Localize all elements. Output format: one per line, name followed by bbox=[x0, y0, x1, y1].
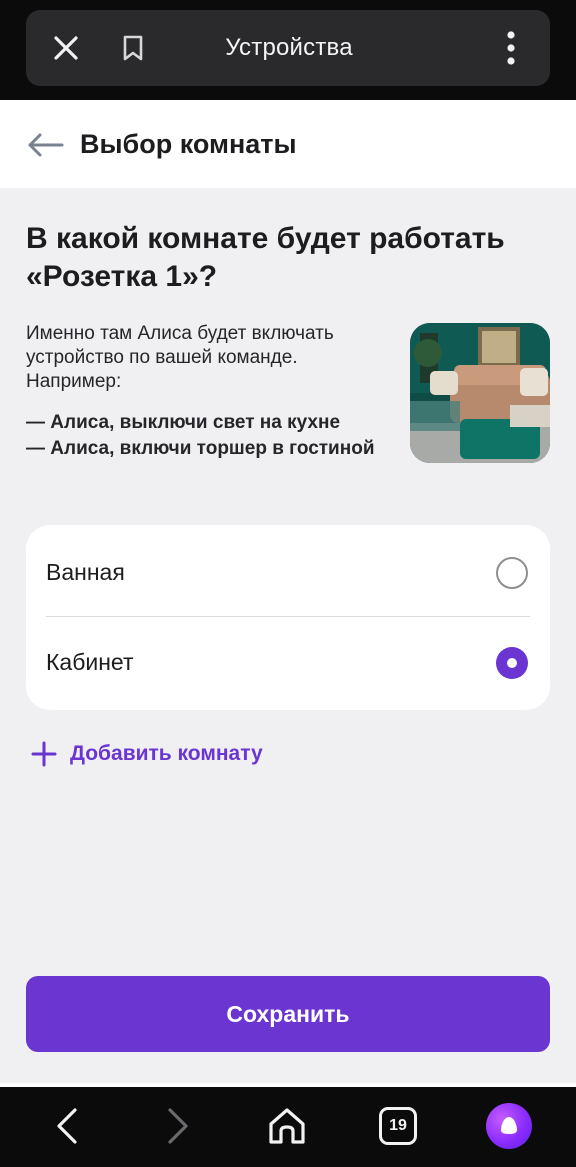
browser-page-title: Устройства bbox=[225, 34, 353, 61]
example-item: — Алиса, выключи свет на кухне bbox=[26, 412, 341, 433]
app-header: Выбор комнаты bbox=[0, 100, 576, 188]
alice-icon[interactable] bbox=[484, 1101, 534, 1151]
examples-list: — Алиса, выключи свет на кухне — Алиса, … bbox=[26, 410, 386, 462]
add-room-button[interactable]: Добавить комнату bbox=[30, 736, 263, 772]
bookmark-icon[interactable] bbox=[116, 28, 150, 68]
browser-bottom-nav: 19 bbox=[0, 1087, 576, 1167]
room-option-study[interactable]: Кабинет bbox=[26, 617, 550, 707]
room-label: Ванная bbox=[46, 558, 125, 585]
example-item: — Алиса, включи торшер в гостиной bbox=[26, 438, 375, 459]
page-title: Выбор комнаты bbox=[80, 128, 297, 159]
arrow-left-icon[interactable] bbox=[24, 124, 66, 166]
room-option-bathroom[interactable]: Ванная bbox=[26, 527, 550, 617]
radio-unselected[interactable] bbox=[496, 557, 528, 589]
question-heading: В какой комнате будет работать «Розетка … bbox=[26, 222, 505, 293]
close-icon[interactable] bbox=[46, 28, 86, 68]
radio-selected[interactable] bbox=[496, 647, 528, 679]
browser-address-pill: Устройства bbox=[26, 10, 550, 86]
home-icon[interactable] bbox=[262, 1101, 312, 1151]
living-room-photo bbox=[410, 323, 550, 463]
plus-icon bbox=[30, 740, 58, 768]
description-text: Именно там Алиса будет включать устройст… bbox=[26, 323, 334, 392]
browser-top-bar: Устройства bbox=[0, 0, 576, 100]
page: Устройства Выбор комнаты В какой комнате… bbox=[0, 0, 576, 1167]
chevron-right-icon[interactable] bbox=[153, 1101, 203, 1151]
more-vertical-icon[interactable] bbox=[496, 28, 526, 68]
room-label: Кабинет bbox=[46, 648, 134, 675]
save-button[interactable]: Сохранить bbox=[26, 976, 550, 1052]
tabs-icon[interactable]: 19 bbox=[373, 1101, 423, 1151]
tabs-count: 19 bbox=[379, 1107, 417, 1145]
chevron-left-icon[interactable] bbox=[42, 1101, 92, 1151]
room-list: Ванная Кабинет bbox=[26, 525, 550, 710]
add-room-label: Добавить комнату bbox=[70, 742, 263, 765]
